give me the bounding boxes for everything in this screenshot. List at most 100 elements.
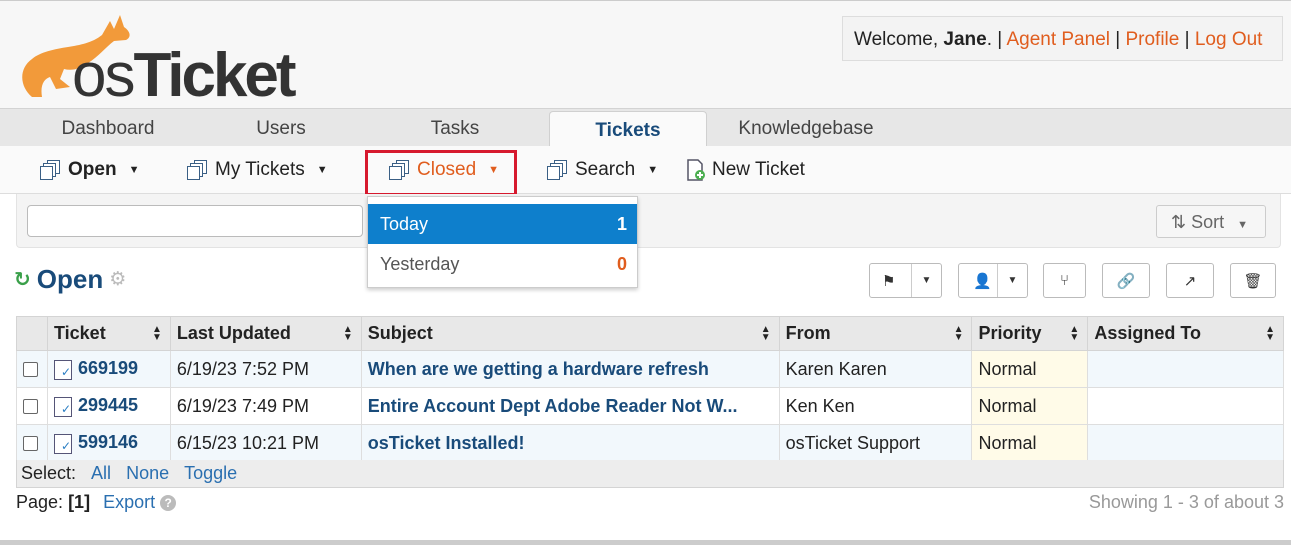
- logout-link[interactable]: Log Out: [1195, 29, 1263, 50]
- sub-nav: Open ▼ My Tickets ▼ Closed ▼ Search ▼ New Ti…: [0, 146, 1291, 194]
- table-row: 669199 6/19/23 7:52 PM When are we getti…: [16, 350, 1284, 388]
- table-row: 599146 6/15/23 10:21 PM osTicket Install…: [16, 424, 1284, 462]
- column-header-assigned-to[interactable]: Assigned To ▲ ▼: [1087, 316, 1284, 351]
- new-ticket-icon: [687, 159, 705, 181]
- user-info-box: Welcome, Jane. | Agent Panel | Profile |…: [842, 16, 1283, 61]
- ticket-doc-icon: [53, 396, 72, 417]
- bottom-divider: [0, 540, 1291, 545]
- column-header-priority[interactable]: Priority ▲ ▼: [971, 316, 1089, 351]
- chevron-down-icon: ▼: [316, 164, 328, 176]
- chevron-down-icon: ▼: [911, 264, 941, 297]
- link-action-button[interactable]: 🔗: [1102, 263, 1150, 298]
- agent-panel-link[interactable]: Agent Panel: [1006, 29, 1110, 50]
- select-toggle-link[interactable]: Toggle: [184, 463, 237, 483]
- tab-users[interactable]: Users: [236, 109, 326, 147]
- sort-icon: ⇅: [1171, 212, 1187, 232]
- search-input[interactable]: [27, 205, 363, 237]
- select-none-link[interactable]: None: [126, 463, 169, 483]
- sort-arrows-icon: ▲ ▼: [1265, 324, 1275, 343]
- logo-ticket-text: Ticket: [133, 41, 296, 110]
- tickets-icon: [40, 160, 62, 180]
- current-page: [1]: [68, 492, 91, 512]
- sort-arrows-icon: ▲ ▼: [342, 324, 353, 343]
- subject-link[interactable]: Entire Account Dept Adobe Reader Not W..…: [360, 387, 780, 425]
- column-header-subject[interactable]: Subject ▲ ▼: [360, 316, 780, 351]
- last-updated-cell: 6/19/23 7:52 PM: [169, 350, 362, 388]
- gear-icon[interactable]: ⚙: [109, 268, 126, 291]
- sort-button[interactable]: ⇅ Sort ▼: [1156, 205, 1266, 238]
- export-link[interactable]: Export: [103, 492, 155, 512]
- transfer-action-button[interactable]: ↗: [1166, 263, 1214, 298]
- ticket-number-link[interactable]: 599146: [78, 432, 138, 452]
- profile-link[interactable]: Profile: [1125, 29, 1179, 50]
- chevron-down-icon: ▼: [1237, 219, 1249, 231]
- osticket-logo[interactable]: osTicket: [10, 7, 300, 107]
- ticket-doc-icon: [53, 359, 72, 380]
- row-checkbox[interactable]: [23, 436, 38, 452]
- from-cell: osTicket Support: [778, 424, 973, 462]
- page-title[interactable]: Open: [37, 264, 103, 295]
- subject-link[interactable]: When are we getting a hardware refresh: [360, 350, 780, 388]
- dropdown-item-count: 1: [616, 213, 627, 234]
- search-bar: ⇅ Sort ▼: [16, 194, 1281, 248]
- priority-cell: Normal: [971, 424, 1089, 462]
- refresh-icon[interactable]: ↻: [14, 267, 31, 292]
- column-header-ticket[interactable]: Ticket ▲ ▼: [46, 316, 171, 351]
- select-label: Select:: [21, 463, 77, 483]
- ticket-number-link[interactable]: 299445: [78, 395, 138, 415]
- ticket-table: Ticket ▲ ▼ Last Updated ▲ ▼ Subject ▲ ▼ From ▲ ▼…: [16, 316, 1284, 462]
- user-name: Jane: [943, 29, 987, 50]
- select-row: Select: All None Toggle: [16, 460, 1284, 488]
- closed-dropdown-menu: Today 1 Yesterday 0: [367, 196, 638, 288]
- chevron-down-icon: ▼: [647, 164, 659, 176]
- row-checkbox[interactable]: [23, 362, 38, 378]
- tab-knowledgebase[interactable]: Knowledgebase: [728, 109, 884, 147]
- tickets-icon: [547, 160, 569, 180]
- my-tickets-button[interactable]: My Tickets ▼: [187, 146, 328, 194]
- row-checkbox[interactable]: [23, 399, 38, 415]
- user-icon: 👤: [973, 272, 992, 290]
- table-row: 299445 6/19/23 7:49 PM Entire Account De…: [16, 387, 1284, 425]
- tickets-icon: [187, 160, 209, 180]
- search-queue-label: Search: [575, 159, 636, 180]
- priority-cell: Normal: [971, 350, 1089, 388]
- dropdown-item-label: Yesterday: [380, 253, 460, 274]
- new-ticket-label: New Ticket: [712, 159, 805, 180]
- chevron-down-icon: ▼: [128, 164, 140, 176]
- delete-action-button[interactable]: 🗑: [1230, 263, 1276, 298]
- last-updated-cell: 6/19/23 7:49 PM: [169, 387, 362, 425]
- sort-label: Sort: [1191, 212, 1225, 232]
- search-queue-button[interactable]: Search ▼: [547, 146, 658, 194]
- open-queue-button[interactable]: Open ▼: [40, 146, 139, 194]
- assigned-cell: [1087, 424, 1284, 462]
- showing-count: Showing 1 - 3 of about 3: [1088, 492, 1284, 512]
- chevron-down-icon: ▼: [997, 264, 1027, 297]
- dropdown-item-today[interactable]: Today 1: [368, 204, 637, 244]
- assigned-cell: [1087, 387, 1284, 425]
- sort-arrows-icon: ▲ ▼: [953, 324, 964, 343]
- share-icon: ↗: [1183, 272, 1197, 290]
- link-icon: 🔗: [1116, 272, 1136, 290]
- select-all-link[interactable]: All: [91, 463, 111, 483]
- select-column-header: [16, 316, 48, 351]
- merge-action-button[interactable]: ⑂: [1043, 263, 1086, 298]
- merge-icon: ⑂: [1059, 272, 1069, 289]
- column-header-last-updated[interactable]: Last Updated ▲ ▼: [169, 316, 362, 351]
- flag-action-button[interactable]: ⚑ ▼: [869, 263, 942, 298]
- main-nav: Dashboard Users Tasks Tickets Knowledgeb…: [0, 108, 1291, 148]
- header: osTicket Welcome, Jane. | Agent Panel | …: [0, 0, 1291, 108]
- last-updated-cell: 6/15/23 10:21 PM: [169, 424, 362, 462]
- ticket-number-link[interactable]: 669199: [78, 358, 138, 378]
- tab-dashboard[interactable]: Dashboard: [48, 109, 168, 147]
- tab-tasks[interactable]: Tasks: [412, 109, 498, 147]
- subject-link[interactable]: osTicket Installed!: [360, 424, 780, 462]
- from-cell: Ken Ken: [778, 387, 973, 425]
- welcome-text: Welcome,: [854, 29, 944, 50]
- dropdown-item-yesterday[interactable]: Yesterday 0: [368, 244, 637, 284]
- priority-cell: Normal: [971, 387, 1089, 425]
- tab-tickets[interactable]: Tickets: [549, 111, 707, 148]
- assign-action-button[interactable]: 👤 ▼: [958, 263, 1028, 298]
- column-header-from[interactable]: From ▲ ▼: [778, 316, 973, 351]
- new-ticket-button[interactable]: New Ticket: [686, 146, 805, 194]
- help-icon[interactable]: ?: [160, 495, 177, 512]
